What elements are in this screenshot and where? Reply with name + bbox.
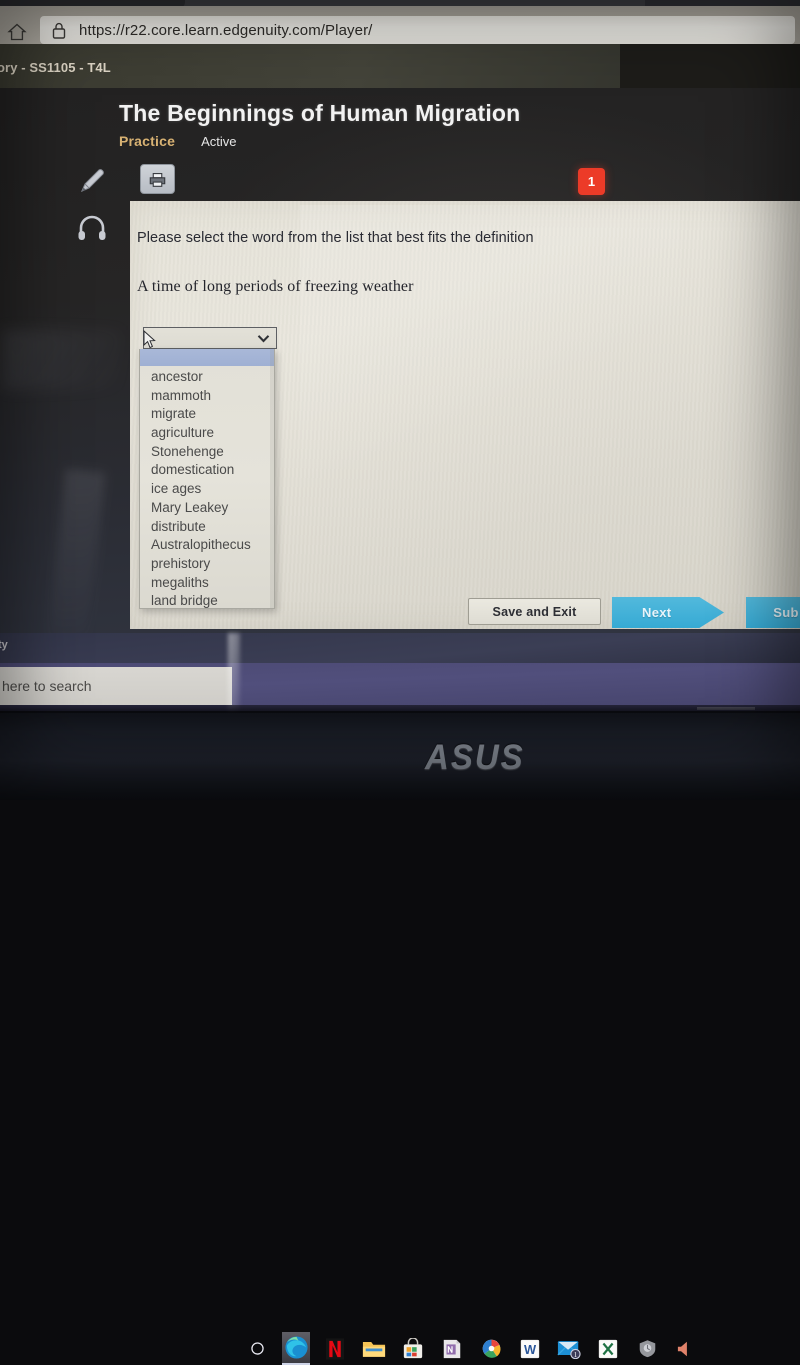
dropdown-option[interactable]: land bridge bbox=[140, 592, 274, 608]
onenote-icon bbox=[443, 1339, 461, 1358]
dropdown-option[interactable]: Australopithecus bbox=[140, 536, 274, 555]
taskbar-file-explorer-button[interactable] bbox=[360, 1332, 388, 1365]
microsoft-store-icon bbox=[403, 1337, 423, 1358]
word-icon: W bbox=[520, 1339, 540, 1358]
tab-active[interactable]: Active bbox=[201, 134, 236, 149]
cortana-circle-icon bbox=[250, 1342, 264, 1355]
taskbar-word-button[interactable]: W bbox=[516, 1332, 544, 1365]
desktop-strip-text: ty bbox=[0, 639, 8, 651]
taskbar-glare bbox=[228, 633, 240, 711]
taskbar-cortana-button[interactable] bbox=[243, 1332, 271, 1365]
taskbar-edge-button[interactable] bbox=[282, 1332, 310, 1365]
dropdown-option[interactable]: migrate bbox=[140, 405, 274, 424]
question-number-badge[interactable]: 1 bbox=[578, 168, 605, 195]
dropdown-option[interactable]: mammoth bbox=[140, 387, 274, 406]
taskbar-security-button[interactable] bbox=[633, 1332, 661, 1365]
dropdown-scrollbar[interactable] bbox=[270, 349, 274, 608]
taskbar-volume-button[interactable] bbox=[672, 1332, 700, 1365]
address-bar[interactable]: https://r22.core.learn.edgenuity.com/Pla… bbox=[40, 16, 795, 44]
pencil-icon[interactable] bbox=[76, 165, 108, 197]
taskbar-search-input[interactable]: here to search bbox=[0, 667, 232, 705]
svg-text:1: 1 bbox=[574, 1352, 578, 1359]
netflix-icon bbox=[326, 1337, 344, 1360]
mail-icon: 1 bbox=[557, 1341, 581, 1359]
taskbar-photos-button[interactable] bbox=[477, 1332, 505, 1365]
dropdown-option[interactable]: prehistory bbox=[140, 555, 274, 574]
lock-icon bbox=[52, 22, 66, 39]
printer-icon bbox=[149, 172, 166, 187]
cursor-arrow-icon bbox=[143, 330, 156, 349]
page-tab-bar-right bbox=[620, 44, 800, 90]
taskbar-mail-button[interactable]: 1 bbox=[555, 1332, 583, 1365]
word-select-dropdown[interactable]: ancestor mammoth migrate agriculture Stonehe… bbox=[139, 349, 275, 609]
browser-toolbar: https://r22.core.learn.edgenuity.com/Pla… bbox=[0, 6, 800, 44]
url-text: https://r22.core.learn.edgenuity.com/Pla… bbox=[79, 21, 373, 39]
dropdown-option[interactable]: ancestor bbox=[140, 368, 274, 387]
taskbar-onenote-button[interactable] bbox=[438, 1332, 466, 1365]
chevron-down-icon bbox=[257, 334, 270, 343]
question-definition: A time of long periods of freezing weath… bbox=[137, 278, 414, 295]
taskbar-netflix-button[interactable] bbox=[321, 1332, 349, 1365]
dropdown-option[interactable]: ice ages bbox=[140, 480, 274, 499]
course-tab-title[interactable]: ory - SS1105 - T4L bbox=[0, 60, 111, 75]
question-prompt: Please select the word from the list tha… bbox=[137, 230, 534, 246]
save-and-exit-button[interactable]: Save and Exit bbox=[468, 598, 601, 625]
headphones-icon[interactable] bbox=[76, 212, 108, 242]
brand-logo: ASUS bbox=[425, 736, 525, 777]
file-explorer-icon bbox=[362, 1342, 386, 1357]
dropdown-option-blank[interactable] bbox=[140, 349, 274, 366]
dropdown-option-list: ancestor mammoth migrate agriculture Stonehe… bbox=[140, 366, 274, 608]
home-icon[interactable] bbox=[7, 22, 27, 42]
submit-button[interactable]: Sub bbox=[746, 597, 800, 628]
taskbar-icon-row: W 1 bbox=[243, 1332, 700, 1365]
word-select-input[interactable] bbox=[143, 327, 277, 349]
search-placeholder-text: here to search bbox=[2, 678, 92, 694]
laptop-photo: https://r22.core.learn.edgenuity.com/Pla… bbox=[0, 0, 800, 1365]
screen-glare-secondary bbox=[2, 330, 122, 390]
svg-text:W: W bbox=[524, 1342, 537, 1357]
dropdown-option[interactable]: Mary Leakey bbox=[140, 499, 274, 518]
dropdown-option[interactable]: agriculture bbox=[140, 424, 274, 443]
taskbar-excel-button[interactable] bbox=[594, 1332, 622, 1365]
dropdown-option[interactable]: distribute bbox=[140, 518, 274, 537]
photos-icon bbox=[482, 1339, 500, 1358]
dropdown-option[interactable]: Stonehenge bbox=[140, 443, 274, 462]
taskbar-microsoft-store-button[interactable] bbox=[399, 1332, 427, 1365]
laptop-bezel bbox=[0, 713, 800, 800]
excel-icon bbox=[598, 1339, 618, 1358]
security-shield-icon bbox=[639, 1340, 655, 1358]
dropdown-option[interactable]: domestication bbox=[140, 461, 274, 480]
edge-browser-icon bbox=[284, 1336, 308, 1359]
desktop-strip bbox=[0, 633, 800, 665]
print-button[interactable] bbox=[140, 164, 175, 194]
volume-speaker-icon bbox=[677, 1341, 687, 1356]
lesson-tabs: Practice Active bbox=[119, 133, 237, 149]
tab-practice[interactable]: Practice bbox=[119, 133, 175, 149]
page-title: The Beginnings of Human Migration bbox=[119, 100, 521, 126]
dropdown-option[interactable]: megaliths bbox=[140, 574, 274, 593]
